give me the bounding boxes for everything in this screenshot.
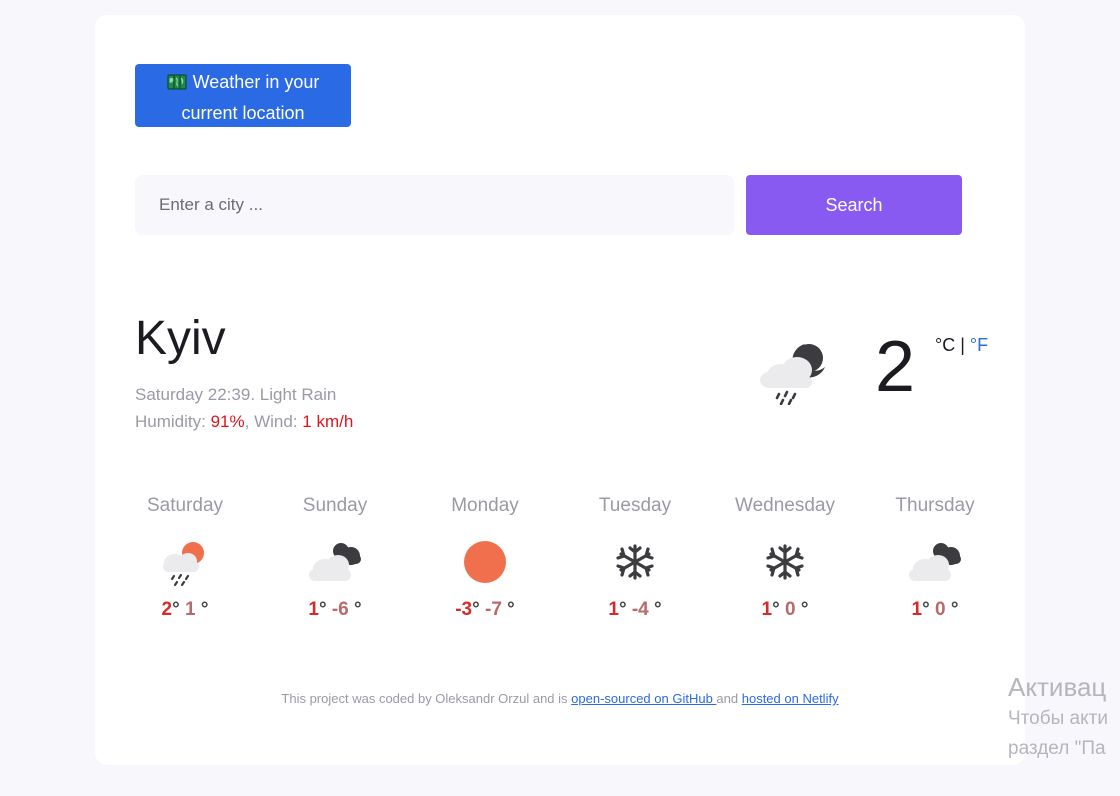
sun-icon bbox=[464, 541, 506, 583]
fahrenheit-link[interactable]: °F bbox=[970, 335, 988, 355]
unit-separator: | bbox=[960, 335, 965, 355]
forecast-day-name: Thursday bbox=[895, 495, 975, 516]
activation-watermark: Активац Чтобы акти раздел "Па bbox=[1008, 670, 1108, 764]
sun-rain-icon bbox=[163, 542, 204, 587]
forecast-temps: -3° -7 ° bbox=[455, 599, 515, 620]
forecast-min: 1 bbox=[185, 599, 196, 620]
wind-label: Wind: bbox=[254, 412, 298, 431]
weather-details: Saturday 22:39. Light Rain Humidity: 91%… bbox=[135, 381, 353, 435]
wind-value: 1 km/h bbox=[302, 412, 354, 431]
celsius-link[interactable]: °C bbox=[935, 335, 955, 355]
forecast-temps: 1° -6 ° bbox=[308, 599, 362, 620]
netlify-link[interactable]: hosted on Netlify bbox=[742, 691, 839, 706]
weather-card: Weather in your current location Search … bbox=[95, 15, 1025, 765]
date-description: Saturday 22:39. Light Rain bbox=[135, 385, 337, 404]
forecast-temps: 1° 0 ° bbox=[911, 599, 959, 620]
footer-text: This project was coded by Oleksandr Orzu… bbox=[281, 691, 572, 706]
snowflake-icon bbox=[766, 544, 804, 580]
current-location-label-line2: current location bbox=[181, 103, 305, 123]
search-button[interactable]: Search bbox=[746, 175, 962, 235]
github-link[interactable]: open-sourced on GitHub bbox=[571, 691, 716, 706]
forecast-min: 0 bbox=[785, 599, 796, 620]
world-map-icon bbox=[167, 71, 187, 99]
forecast-temps: 1° -4 ° bbox=[608, 599, 662, 620]
day-time: Saturday 22:39 bbox=[135, 385, 251, 404]
city-search-input[interactable] bbox=[135, 175, 734, 235]
watermark-line3: раздел "Па bbox=[1008, 738, 1106, 759]
current-temperature: 2 bbox=[875, 327, 916, 407]
forecast-max: 1 bbox=[911, 599, 923, 620]
cloudy-night-icon bbox=[909, 543, 961, 581]
watermark-line2: Чтобы акти bbox=[1008, 708, 1108, 729]
forecast-day-name: Saturday bbox=[146, 495, 224, 516]
cloudy-night-icon bbox=[309, 543, 361, 581]
forecast-day-name: Tuesday bbox=[598, 495, 672, 516]
forecast-day: Sunday 1° -6 ° bbox=[260, 493, 410, 621]
forecast-max: 1 bbox=[608, 599, 619, 620]
current-location-label-line1: Weather in your bbox=[192, 72, 320, 92]
forecast-day: Thursday 1° 0 ° bbox=[860, 493, 1010, 621]
forecast-temps: 2° 1 ° bbox=[161, 599, 209, 620]
forecast-min: -4 bbox=[631, 599, 649, 620]
unit-switch: °C | °F bbox=[935, 335, 988, 356]
current-location-button[interactable]: Weather in your current location bbox=[135, 64, 351, 127]
night-rain-icon bbox=[760, 344, 825, 405]
snowflake-icon bbox=[616, 544, 654, 580]
forecast-day-name: Wednesday bbox=[735, 495, 835, 516]
humidity-label: Humidity: bbox=[135, 412, 206, 431]
forecast-day: Saturday 2° 1 ° bbox=[110, 493, 260, 621]
forecast-day: Monday -3° -7 ° bbox=[410, 493, 560, 621]
forecast-min: -6 bbox=[331, 599, 349, 620]
forecast-day-name: Sunday bbox=[302, 495, 368, 516]
footer: This project was coded by Oleksandr Orzu… bbox=[95, 691, 1025, 706]
forecast-max: 1 bbox=[308, 599, 319, 620]
weather-description: Light Rain bbox=[259, 385, 337, 404]
forecast-min: -7 bbox=[485, 599, 502, 620]
forecast-day: Wednesday 1° 0 ° bbox=[710, 493, 860, 621]
city-name: Kyiv bbox=[135, 312, 226, 365]
forecast-max: -3 bbox=[455, 599, 473, 620]
humidity-wind: Humidity: 91%, Wind: 1 km/h bbox=[135, 412, 354, 431]
footer-and: and bbox=[716, 691, 742, 706]
forecast-temps: 1° 0 ° bbox=[761, 599, 809, 620]
forecast-max: 2 bbox=[161, 599, 173, 620]
forecast: Saturday 2° 1 ° Sunday 1° -6 ° Monday -3… bbox=[110, 493, 1010, 653]
forecast-day-name: Monday bbox=[451, 495, 519, 516]
watermark-line1: Активац bbox=[1008, 672, 1107, 702]
forecast-max: 1 bbox=[761, 599, 773, 620]
forecast-day: Tuesday 1° -4 ° bbox=[560, 493, 710, 621]
forecast-min: 0 bbox=[935, 599, 946, 620]
humidity-value: 91% bbox=[210, 412, 245, 431]
